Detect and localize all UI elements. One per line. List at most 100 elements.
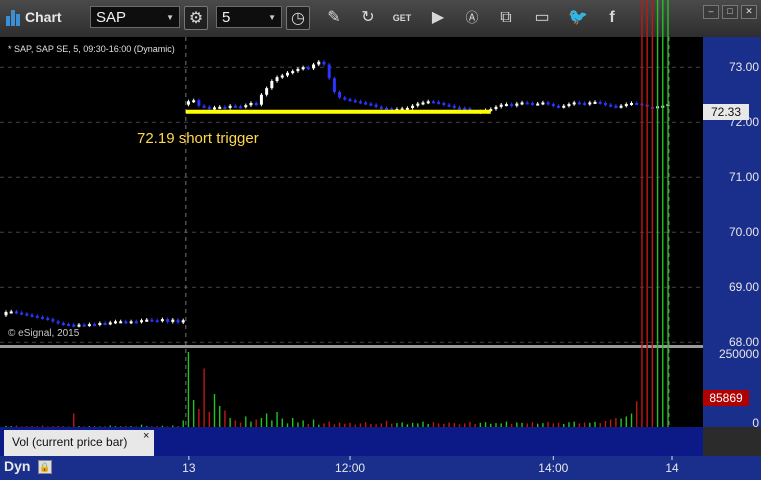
price-candle	[233, 105, 237, 108]
price-candle	[583, 103, 587, 105]
price-candle	[14, 311, 18, 314]
price-candle	[603, 103, 607, 105]
price-candle	[285, 72, 289, 76]
price-candle	[457, 107, 461, 110]
price-candle	[609, 104, 613, 107]
price-candle	[160, 319, 164, 322]
price-candle	[186, 101, 190, 105]
price-candle	[150, 319, 154, 322]
price-candle	[9, 311, 13, 314]
price-candle	[364, 102, 368, 105]
price-candle	[567, 104, 571, 107]
price-candle	[270, 81, 274, 89]
price-candle	[421, 102, 425, 105]
price-candle	[129, 321, 133, 324]
price-candle	[416, 103, 420, 106]
price-tick-label: 72.00	[728, 115, 759, 130]
price-candle	[452, 105, 456, 108]
price-candle	[239, 106, 243, 109]
price-candle	[213, 107, 217, 110]
price-candle	[593, 101, 597, 104]
price-candle	[515, 103, 519, 106]
price-candle	[108, 322, 112, 325]
price-candle	[405, 107, 409, 110]
price-candle	[275, 77, 279, 81]
volume-value-label: 85869	[703, 390, 749, 406]
price-candle	[197, 100, 201, 106]
price-candle	[4, 312, 8, 316]
volume-tick-label: 250000	[718, 347, 759, 361]
price-candle	[30, 314, 34, 317]
price-candle	[338, 92, 342, 98]
price-candle	[202, 105, 206, 108]
time-tick-label: 13	[182, 461, 196, 475]
price-candle	[494, 106, 498, 110]
time-tick-label: 14:00	[538, 461, 569, 475]
price-candle	[431, 101, 435, 104]
price-candle	[145, 319, 149, 322]
lock-icon[interactable]: 🔒	[38, 460, 52, 474]
price-candle	[176, 319, 180, 323]
price-candle	[192, 100, 196, 103]
price-candle	[20, 312, 24, 315]
price-candle	[312, 64, 316, 69]
price-candle	[56, 321, 60, 324]
price-candle	[67, 324, 71, 327]
price-candle	[155, 320, 159, 323]
price-candle	[572, 102, 576, 105]
study-label[interactable]: Vol (current price bar)	[4, 430, 154, 456]
close-icon[interactable]: ×	[143, 430, 149, 442]
price-candle	[385, 107, 389, 110]
price-candle	[499, 104, 503, 107]
price-candle	[46, 318, 50, 321]
price-candle	[557, 105, 561, 108]
price-candle	[82, 324, 86, 327]
price-candle	[98, 323, 102, 325]
price-candle	[25, 313, 29, 316]
price-tick-label: 69.00	[728, 280, 759, 295]
price-candle	[598, 101, 602, 104]
chart-canvas	[0, 0, 703, 460]
price-tick-label: 73.00	[728, 60, 759, 75]
trigger-annotation: 72.19 short trigger	[137, 130, 259, 147]
price-candle	[630, 103, 634, 105]
price-candle	[181, 320, 185, 323]
price-candle	[77, 324, 81, 327]
price-candle	[635, 103, 639, 105]
price-candle	[614, 105, 618, 108]
price-candle	[259, 94, 263, 105]
price-candle	[207, 106, 211, 109]
price-candle	[134, 321, 138, 324]
price-candle	[301, 67, 305, 70]
price-candle	[249, 103, 253, 106]
price-candle	[140, 320, 144, 323]
price-candle	[296, 68, 300, 72]
dynamic-mode-label[interactable]: Dyn	[4, 458, 30, 474]
time-tick-label: 12:00	[335, 461, 366, 475]
price-candle	[577, 102, 581, 105]
price-candle	[291, 71, 295, 74]
price-candle	[624, 104, 628, 107]
price-tick-label: 71.00	[728, 170, 759, 185]
price-candle	[93, 324, 97, 327]
chart-header: * SAP, SAP SE, 5, 09:30-16:00 (Dynamic)	[8, 44, 175, 54]
price-candle	[541, 102, 545, 105]
price-candle	[332, 78, 336, 92]
price-candle	[348, 99, 352, 102]
price-candle	[551, 104, 555, 107]
time-tick-label: 14	[665, 461, 679, 475]
price-candle	[124, 321, 128, 324]
price-candle	[322, 61, 326, 65]
price-candle	[619, 105, 623, 108]
price-candle	[374, 104, 378, 107]
price-candle	[525, 102, 529, 105]
volume-tick-label: 0	[752, 416, 759, 430]
price-candle	[72, 324, 76, 327]
price-candle	[113, 321, 117, 324]
price-candle	[369, 103, 373, 106]
price-candle	[562, 105, 566, 108]
price-candle	[447, 104, 451, 107]
price-candle	[280, 75, 284, 78]
price-candle	[442, 103, 446, 105]
price-candle	[35, 315, 39, 318]
